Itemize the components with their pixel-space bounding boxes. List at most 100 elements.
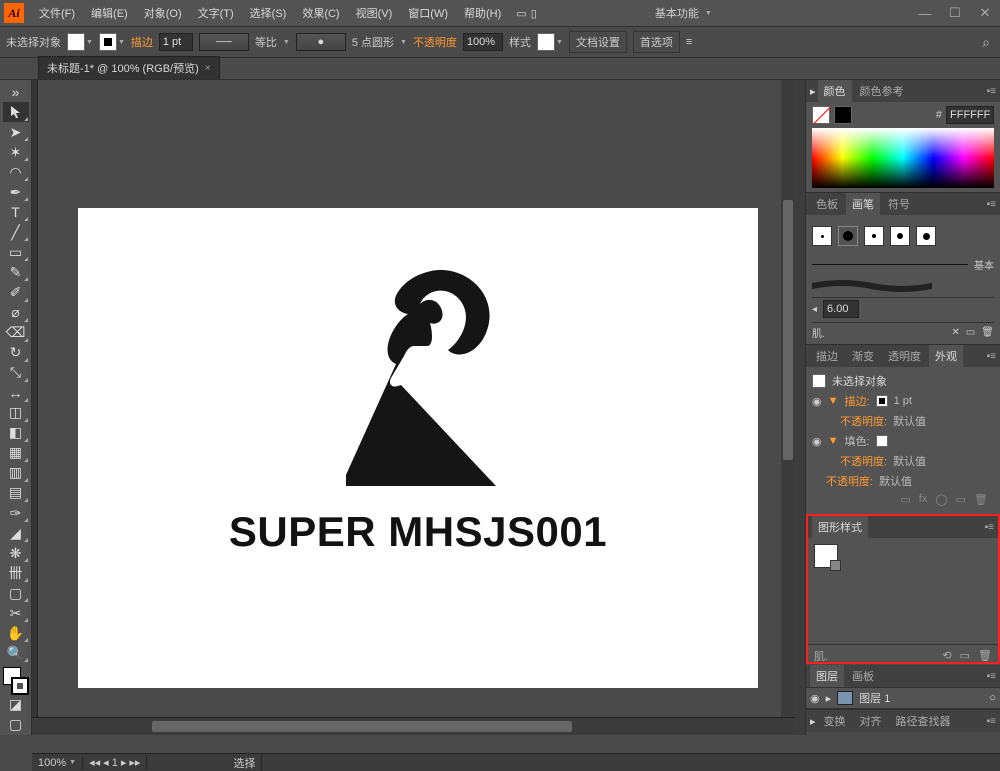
type-tool[interactable]: T — [3, 202, 29, 222]
panel-menu-icon[interactable]: ▪≡ — [987, 716, 1000, 727]
maximize-button[interactable]: ☐ — [940, 0, 970, 26]
menu-help[interactable]: 帮助(H) — [457, 2, 508, 24]
selection-tool[interactable] — [3, 102, 29, 122]
artwork-text[interactable]: SUPER MHSJS001 — [78, 508, 758, 556]
tab-gradient[interactable]: 渐变 — [846, 345, 880, 367]
appearance-foot-icon[interactable]: ◯ — [935, 493, 947, 506]
panel-menu-icon[interactable]: ▪≡ — [987, 671, 1000, 682]
stroke-profile-dropdown[interactable]: ── — [199, 33, 249, 51]
tab-brushes[interactable]: 画笔 — [846, 193, 880, 215]
menu-object[interactable]: 对象(O) — [137, 2, 189, 24]
panel-menu-icon[interactable]: ▪≡ — [987, 86, 1000, 97]
panel-menu-icon[interactable]: ▪≡ — [985, 522, 998, 533]
tab-color-guide[interactable]: 颜色参考 — [854, 80, 910, 102]
doc-setup-button[interactable]: 文档设置 — [569, 31, 627, 53]
layer-expand-icon[interactable]: ▸ — [826, 692, 832, 705]
symbol-sprayer-tool[interactable]: ❋ — [3, 543, 29, 563]
menu-select[interactable]: 选择(S) — [243, 2, 294, 24]
document-tab[interactable]: 未标题-1* @ 100% (RGB/预览) × — [38, 56, 220, 79]
opacity-label[interactable]: 不透明度 — [413, 34, 457, 50]
free-transform-tool[interactable]: ◫ — [3, 403, 29, 423]
delete-brush-icon[interactable]: 🗑 — [981, 327, 994, 338]
brush-preset-1[interactable] — [812, 226, 832, 246]
new-brush-icon[interactable]: ▭ — [966, 327, 975, 338]
fill-swatch[interactable]: ▼ — [67, 33, 93, 51]
shape-builder-tool[interactable]: ◧ — [3, 423, 29, 443]
brush-preset-3[interactable] — [864, 226, 884, 246]
align-icon[interactable]: ≡ — [686, 36, 692, 48]
remove-brush-icon[interactable]: ✕ — [951, 327, 959, 338]
menu-edit[interactable]: 编辑(E) — [84, 2, 135, 24]
panel-menu-icon[interactable]: ▪≡ — [987, 199, 1000, 210]
style-swatch[interactable]: ▼ — [537, 33, 563, 51]
color-spectrum[interactable] — [812, 128, 994, 188]
artboard-nav[interactable]: ◂◂ ◂ 1 ▸ ▸▸ — [83, 756, 147, 769]
appearance-foot-icon[interactable]: fx — [919, 493, 928, 506]
panel-collapse-icon[interactable]: ▸ — [810, 85, 816, 98]
brush-size-input[interactable]: 6.00 — [823, 300, 859, 318]
rotate-tool[interactable]: ↻ — [3, 343, 29, 363]
appearance-foot-icon[interactable]: ▭ — [956, 493, 966, 506]
appearance-opacity-link-3[interactable]: 不透明度: — [812, 473, 873, 489]
search-icon[interactable]: ⌕ — [982, 34, 994, 51]
panel-expand-icon[interactable]: ▸ — [810, 715, 816, 728]
layer-row[interactable]: ◉ ▸ 图层 1 ○ — [806, 687, 1000, 709]
eraser-tool[interactable]: ⌫ — [3, 323, 29, 343]
tool-toggle-icon[interactable]: » — [3, 82, 29, 102]
layout-icon[interactable]: ▭ — [516, 7, 526, 20]
perspective-tool[interactable]: ▦ — [3, 443, 29, 463]
menu-effect[interactable]: 效果(C) — [295, 2, 346, 24]
tab-layers[interactable]: 图层 — [810, 665, 844, 687]
width-tool[interactable]: ↔ — [3, 383, 29, 403]
brush-preset-5[interactable] — [916, 226, 936, 246]
brush-preset-2[interactable] — [838, 226, 858, 246]
blend-tool[interactable]: ◢ — [3, 523, 29, 543]
panel-collapse-strip[interactable] — [795, 80, 805, 735]
zoom-level[interactable]: 100%▼ — [32, 757, 83, 769]
direct-selection-tool[interactable]: ➤ — [3, 122, 29, 142]
magic-wand-tool[interactable]: ✶ — [3, 142, 29, 162]
stroke-color-swatch[interactable] — [876, 395, 888, 407]
hand-tool[interactable]: ✋ — [3, 623, 29, 643]
appearance-opacity-link-2[interactable]: 不透明度: — [840, 453, 887, 469]
tab-stroke[interactable]: 描边 — [810, 345, 844, 367]
break-link-icon[interactable]: ⟲ — [942, 649, 951, 662]
none-swatch-icon[interactable] — [812, 106, 830, 124]
artwork-shape[interactable] — [346, 268, 496, 488]
menu-view[interactable]: 视图(V) — [349, 2, 400, 24]
column-graph-tool[interactable]: 卌 — [3, 563, 29, 583]
delete-style-icon[interactable]: 🗑 — [978, 649, 992, 662]
layer-visibility-icon[interactable]: ◉ — [810, 692, 820, 705]
fill-stroke-swatch[interactable] — [3, 667, 29, 694]
brush-library-label[interactable]: 肌. — [812, 325, 825, 340]
opacity-input[interactable]: 100% — [463, 33, 503, 51]
gradient-tool[interactable]: ▤ — [3, 483, 29, 503]
brush-dropdown[interactable]: ● — [296, 33, 346, 51]
vertical-scrollbar[interactable] — [781, 80, 795, 717]
menu-type[interactable]: 文字(T) — [191, 2, 241, 24]
appearance-foot-icon[interactable]: ▭ — [900, 493, 910, 506]
menu-window[interactable]: 窗口(W) — [401, 2, 455, 24]
tab-graphic-styles[interactable]: 图形样式 — [812, 516, 868, 538]
rectangle-tool[interactable]: ▭ — [3, 242, 29, 262]
blob-brush-tool[interactable]: ⌀ — [3, 303, 29, 323]
appearance-opacity-link[interactable]: 不透明度: — [840, 413, 887, 429]
tab-symbols[interactable]: 符号 — [882, 193, 916, 215]
slice-tool[interactable]: ✂ — [3, 603, 29, 623]
appearance-foot-icon[interactable]: 🗑 — [974, 493, 988, 506]
preferences-button[interactable]: 首选项 — [633, 31, 680, 53]
tab-transparency[interactable]: 透明度 — [882, 345, 927, 367]
close-button[interactable]: ✕ — [970, 0, 1000, 26]
lasso-tool[interactable]: ◠ — [3, 162, 29, 182]
scale-tool[interactable]: ⤡ — [3, 363, 29, 383]
layer-target-icon[interactable]: ○ — [989, 692, 996, 704]
tab-swatches[interactable]: 色板 — [810, 193, 844, 215]
tab-artboards[interactable]: 画板 — [846, 665, 880, 687]
visibility-toggle-icon[interactable]: ◉ — [812, 395, 822, 408]
pen-tool[interactable]: ✒ — [3, 182, 29, 202]
stroke-swatch[interactable]: ▼ — [99, 33, 125, 51]
fill-color-swatch[interactable] — [876, 435, 888, 447]
brush-preview-shape[interactable] — [812, 280, 932, 292]
tab-transform[interactable]: 变换 — [818, 710, 852, 732]
artboard-tool[interactable]: ▢ — [3, 583, 29, 603]
